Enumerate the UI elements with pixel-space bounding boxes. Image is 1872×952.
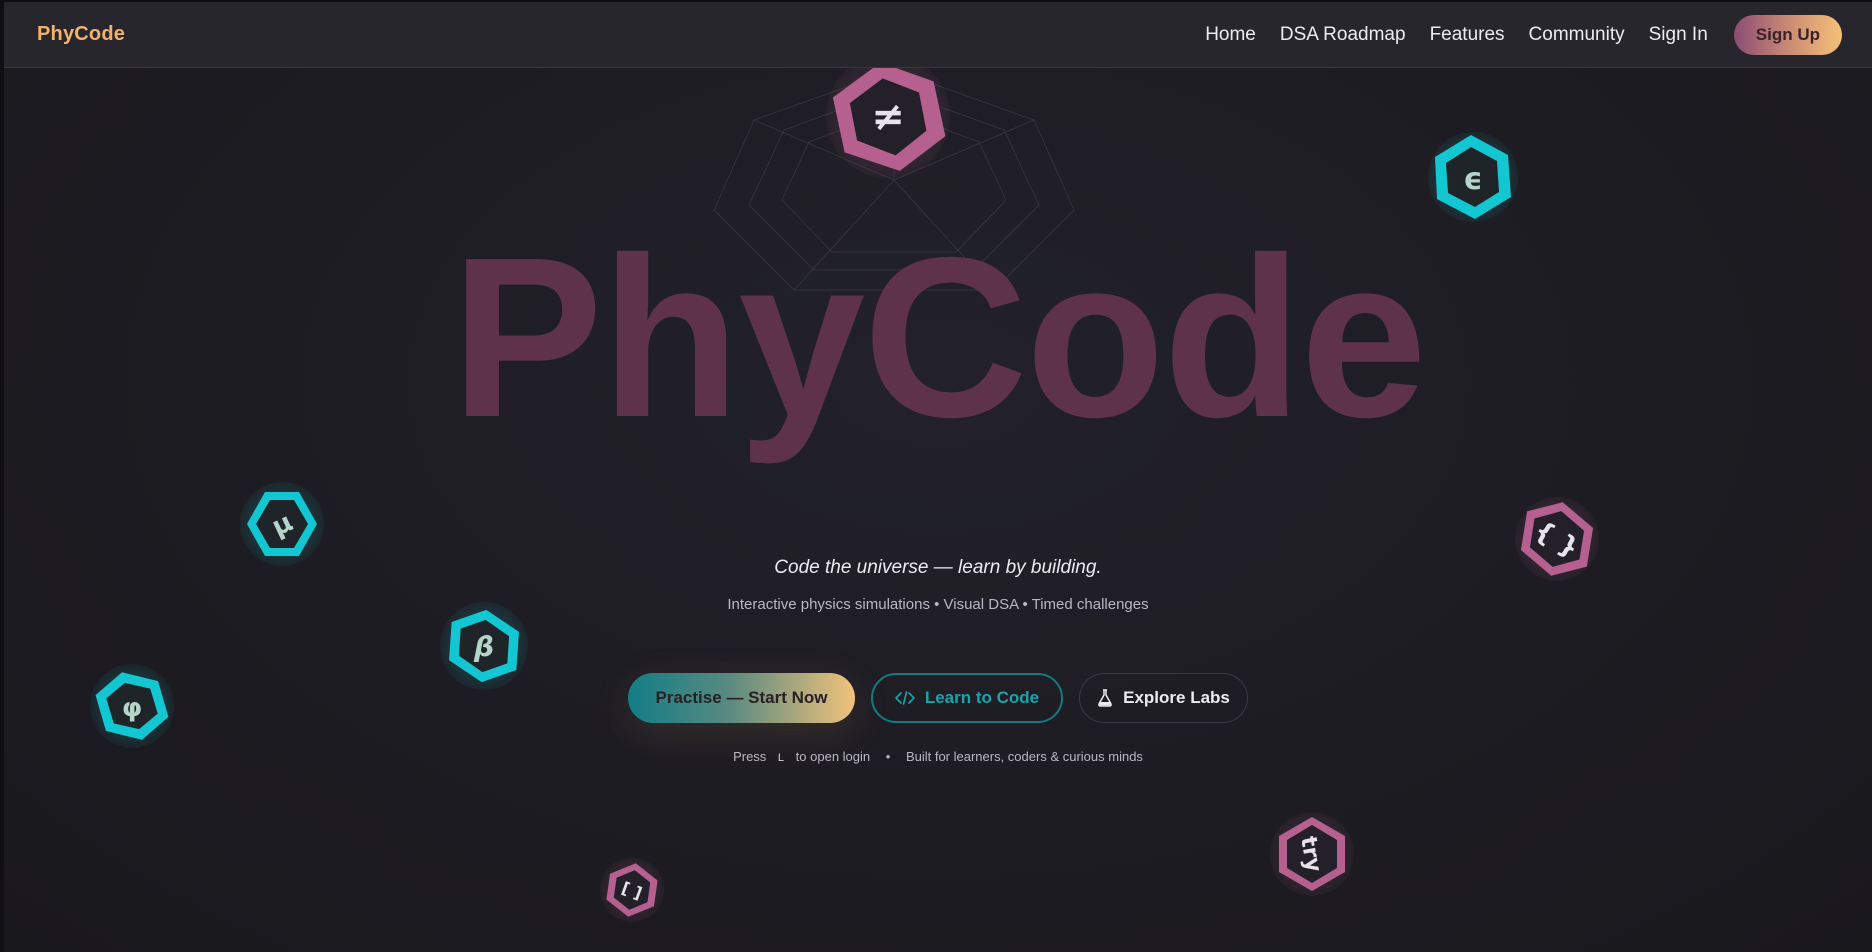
explore-labs-label: Explore Labs xyxy=(1123,688,1230,707)
flask-icon xyxy=(1097,689,1113,707)
hero-actions: Practise — Start Now Learn to Code Explo… xyxy=(4,673,1872,723)
nav-link-dsa-roadmap[interactable]: DSA Roadmap xyxy=(1280,24,1406,46)
nav-links: Home DSA Roadmap Features Community Sign… xyxy=(1181,14,1842,55)
nav-link-sign-in[interactable]: Sign In xyxy=(1649,24,1708,46)
badge-not-equal-symbol: ≠ xyxy=(871,94,905,140)
badge-try: try xyxy=(1270,812,1354,896)
badge-not-equal: ≠ xyxy=(825,54,951,178)
hero-subline: Interactive physics simulations • Visual… xyxy=(727,596,1149,613)
badge-beta-symbol: β xyxy=(473,630,494,663)
hero-title: PhyCode xyxy=(450,211,1427,465)
badge-epsilon-symbol: ϵ xyxy=(1463,162,1482,197)
site-logo[interactable]: PhyCode xyxy=(37,23,125,46)
learn-to-code-button[interactable]: Learn to Code xyxy=(871,673,1063,723)
badge-beta: β xyxy=(440,602,528,690)
sign-up-button[interactable]: Sign Up xyxy=(1733,14,1842,55)
badge-phi: φ xyxy=(90,664,174,748)
badge-braces: { } xyxy=(1515,497,1599,581)
hero-footnote: Press L to open login • Built for learne… xyxy=(4,749,1872,764)
badge-mu: μ xyxy=(240,482,324,566)
explore-labs-button[interactable]: Explore Labs xyxy=(1079,673,1248,723)
nav-link-home[interactable]: Home xyxy=(1205,24,1256,46)
page-frame: PhyCode Home DSA Roadmap Features Commun… xyxy=(4,2,1872,952)
nav-link-features[interactable]: Features xyxy=(1430,24,1505,46)
badge-epsilon: ϵ xyxy=(1428,132,1518,222)
login-shortcut-key: L xyxy=(777,752,785,764)
top-navbar: PhyCode Home DSA Roadmap Features Commun… xyxy=(4,2,1872,68)
badge-phi-symbol: φ xyxy=(122,693,142,723)
learn-to-code-label: Learn to Code xyxy=(924,688,1040,707)
badge-brackets: [ ] xyxy=(600,858,664,922)
footnote-separator: • xyxy=(885,749,891,764)
nav-link-community[interactable]: Community xyxy=(1529,24,1625,46)
footnote-login-text: to open login xyxy=(795,749,871,764)
footnote-built-for: Built for learners, coders & curious min… xyxy=(905,749,1143,764)
footnote-press: Press xyxy=(733,749,767,764)
practise-start-label: Practise — Start Now xyxy=(655,688,828,707)
practise-start-button[interactable]: Practise — Start Now xyxy=(628,673,855,723)
code-icon xyxy=(895,690,915,706)
